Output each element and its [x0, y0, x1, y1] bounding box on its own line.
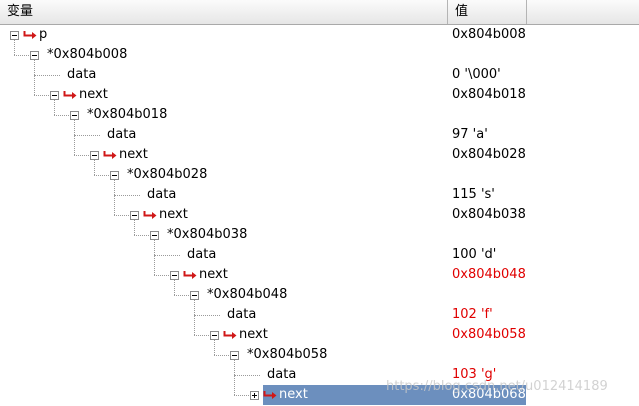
pointer-arrow-icon [263, 391, 277, 399]
collapse-minus-icon[interactable] [190, 291, 199, 300]
pointer-arrow-icon [143, 211, 157, 219]
tree-connector [14, 55, 29, 56]
header-filler [527, 0, 639, 24]
tree-node-label[interactable]: next [119, 145, 148, 165]
pointer-arrow-icon [103, 151, 117, 159]
tree-row[interactable] [0, 225, 639, 245]
pointer-arrow-icon [63, 91, 77, 99]
tree-connector [234, 395, 249, 396]
tree-node-value[interactable]: 97 'a' [452, 125, 488, 145]
pointer-arrow-icon [183, 271, 197, 279]
tree-node-label[interactable]: next [79, 85, 108, 105]
tree-connector [114, 195, 140, 196]
pointer-arrow-icon [23, 31, 37, 39]
tree-connector [114, 215, 129, 216]
tree-row[interactable] [0, 205, 639, 225]
tree-connector [234, 375, 260, 376]
collapse-minus-icon[interactable] [30, 51, 39, 60]
tree-row[interactable] [0, 285, 639, 305]
tree-connector [74, 135, 100, 136]
tree-connector [194, 315, 220, 316]
tree-row[interactable] [0, 25, 639, 45]
tree-node-value[interactable]: 0x804b008 [452, 25, 526, 45]
tree-node-label[interactable]: p [39, 25, 47, 45]
tree-connector [194, 335, 209, 336]
column-header: 变量 值 [0, 0, 639, 25]
tree-node-value[interactable]: 102 'f' [452, 305, 493, 325]
tree-row[interactable] [0, 305, 639, 325]
tree-connector [154, 255, 180, 256]
expand-plus-icon[interactable] [250, 391, 259, 400]
tree-connector [34, 95, 49, 96]
tree-node-label[interactable]: next [199, 265, 228, 285]
tree-node-label[interactable]: *0x804b028 [127, 165, 207, 185]
tree-connector [134, 235, 149, 236]
tree-node-label[interactable]: *0x804b008 [47, 45, 127, 65]
tree-node-value[interactable]: 100 'd' [452, 245, 496, 265]
tree-connector [54, 115, 69, 116]
header-value[interactable]: 值 [448, 0, 527, 24]
collapse-minus-icon[interactable] [230, 351, 239, 360]
tree-node-label[interactable]: *0x804b048 [207, 285, 287, 305]
collapse-minus-icon[interactable] [90, 151, 99, 160]
tree-node-label[interactable]: next [239, 325, 268, 345]
collapse-minus-icon[interactable] [130, 211, 139, 220]
watermark: https://blog.csdn.net/u012414189 [386, 379, 608, 394]
collapse-minus-icon[interactable] [10, 31, 19, 40]
tree-connector [154, 275, 169, 276]
tree-node-label[interactable]: *0x804b058 [247, 345, 327, 365]
tree-row[interactable] [0, 325, 639, 345]
tree-connector [74, 155, 89, 156]
tree-row[interactable] [0, 265, 639, 285]
tree-connector [214, 355, 229, 356]
tree-connector [94, 175, 109, 176]
header-variable[interactable]: 变量 [0, 0, 448, 24]
tree-node-label[interactable]: data [67, 65, 96, 85]
tree-node-label[interactable]: *0x804b038 [167, 225, 247, 245]
tree-node-value[interactable]: 0x804b048 [452, 265, 526, 285]
tree-node-value[interactable]: 0x804b058 [452, 325, 526, 345]
variable-tree[interactable]: p 0x804b008 *0x804b008 data 0 '\000' next 0x80… [0, 25, 639, 406]
tree-connector [34, 75, 60, 76]
tree-node-value[interactable]: 0 '\000' [452, 65, 501, 85]
tree-node-value[interactable]: 115 's' [452, 185, 495, 205]
tree-row[interactable] [0, 245, 639, 265]
tree-node-label[interactable]: *0x804b018 [87, 105, 167, 125]
collapse-minus-icon[interactable] [70, 111, 79, 120]
tree-node-label[interactable]: data [107, 125, 136, 145]
tree-node-label[interactable]: data [227, 305, 256, 325]
tree-node-label[interactable]: data [147, 185, 176, 205]
tree-node-label[interactable]: data [267, 365, 296, 385]
collapse-minus-icon[interactable] [210, 331, 219, 340]
tree-node-label[interactable]: next [159, 205, 188, 225]
tree-node-value[interactable]: 0x804b018 [452, 85, 526, 105]
tree-node-label[interactable]: data [187, 245, 216, 265]
collapse-minus-icon[interactable] [150, 231, 159, 240]
collapse-minus-icon[interactable] [50, 91, 59, 100]
tree-node-label[interactable]: next [279, 385, 308, 405]
collapse-minus-icon[interactable] [170, 271, 179, 280]
tree-row[interactable] [0, 185, 639, 205]
tree-node-value[interactable]: 0x804b028 [452, 145, 526, 165]
tree-connector [174, 295, 189, 296]
collapse-minus-icon[interactable] [110, 171, 119, 180]
tree-node-value[interactable]: 0x804b038 [452, 205, 526, 225]
pointer-arrow-icon [223, 331, 237, 339]
